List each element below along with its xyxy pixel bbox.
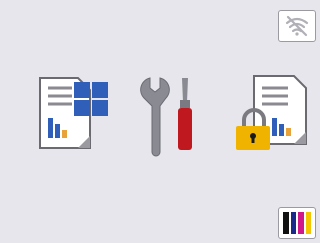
ink-levels-button[interactable] [278,207,316,239]
wifi-off-icon [285,15,309,37]
home-screen [0,0,320,243]
wifi-status-button[interactable] [278,10,316,42]
secure-print-document-icon [236,75,307,150]
tools-tile[interactable] [132,72,212,162]
copy-scan-document-icon [39,77,108,149]
ink-bar-cyan [290,212,296,234]
ink-bar-yellow [305,212,311,234]
ink-levels-icon [279,208,315,238]
secure-print-tile[interactable] [232,72,312,162]
ink-bar-black [283,212,289,234]
copy-scan-tile[interactable] [34,72,114,162]
tools-settings-icon [140,77,192,157]
ink-bar-magenta [298,212,304,234]
